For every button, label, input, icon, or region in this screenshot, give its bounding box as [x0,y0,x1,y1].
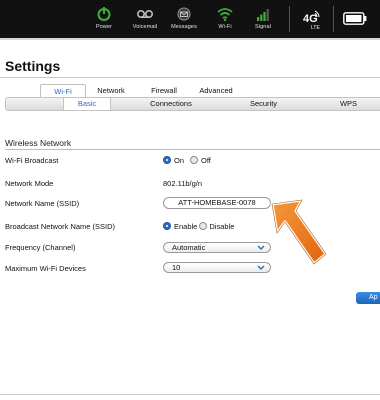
wifi-broadcast-label: Wi-Fi Broadcast [5,156,59,165]
tab-firewall[interactable]: Firewall [138,84,190,98]
signal-icon [257,9,269,21]
broadcast-ssid-label: Broadcast Network Name (SSID) [5,222,116,231]
subtab-connections[interactable]: Connections [141,98,201,110]
pointer-arrow-icon [270,198,328,266]
broadcast-ssid-disable-label: Disable [209,222,235,231]
divider [333,6,334,32]
voicemail-label: Voicemail [132,24,158,30]
svg-text:4G: 4G [303,13,318,25]
channel-select-value: Automatic [172,243,206,252]
chevron-down-icon [257,245,265,250]
max-devices-label: Maximum Wi-Fi Devices [5,264,86,273]
power-button[interactable]: Power [82,6,126,30]
4g-lte-icon: 4G LTE [303,10,320,31]
section-title: Wireless Network [5,138,72,148]
ssid-input[interactable]: ATT-HOMEBASE-0078 [163,197,271,209]
power-label: Power [95,24,113,30]
messages-icon [177,7,191,21]
tab-network[interactable]: Network [88,84,134,98]
apply-button[interactable]: Ap [356,292,380,304]
channel-label: Frequency (Channel) [5,243,76,252]
tab-advanced[interactable]: Advanced [190,84,242,98]
signal-label: Signal [255,24,271,30]
divider [289,6,290,32]
svg-text:LTE: LTE [311,25,320,31]
bottom-divider [0,394,380,395]
topbar-shadow [0,38,380,40]
title-divider [0,77,380,78]
messages-label: Messages [171,24,197,30]
wifi-broadcast-radio-group: On Off [163,156,217,165]
wifi-icon [217,8,233,22]
tab-wifi[interactable]: Wi-Fi [40,84,86,98]
subtab-basic[interactable]: Basic [63,98,111,110]
subtab-security[interactable]: Security [241,98,286,110]
broadcast-ssid-disable-radio[interactable] [199,222,208,230]
wifi-broadcast-on-label: On [174,156,185,165]
status-bar: Power Voicemail Messages Wi-Fi Signal 4G… [0,0,380,38]
channel-select[interactable]: Automatic [163,242,271,253]
battery-icon [343,12,367,25]
broadcast-ssid-enable-radio[interactable] [163,222,171,230]
max-devices-select-value: 10 [172,263,181,272]
messages-button[interactable]: Messages [162,6,206,30]
page-title: Settings [5,58,61,74]
signal-button[interactable]: Signal [241,6,285,30]
voicemail-button[interactable]: Voicemail [123,6,167,30]
broadcast-ssid-radio-group: Enable Disable [163,222,240,231]
power-icon [97,7,111,21]
section-divider [5,149,380,150]
network-mode-value: 802.11b/g/n [163,179,203,188]
chevron-down-icon [257,265,265,270]
broadcast-ssid-enable-label: Enable [174,222,198,231]
wifi-broadcast-on-radio[interactable] [163,156,171,164]
secondary-tabs: Basic Connections Security WPS [5,97,380,111]
wifi-broadcast-off-label: Off [201,156,211,165]
ssid-label: Network Name (SSID) [5,199,80,208]
max-devices-select[interactable]: 10 [163,262,271,273]
wifi-broadcast-off-radio[interactable] [190,156,199,164]
voicemail-icon [136,10,154,19]
subtab-wps[interactable]: WPS [331,98,366,110]
network-mode-label: Network Mode [5,179,54,188]
